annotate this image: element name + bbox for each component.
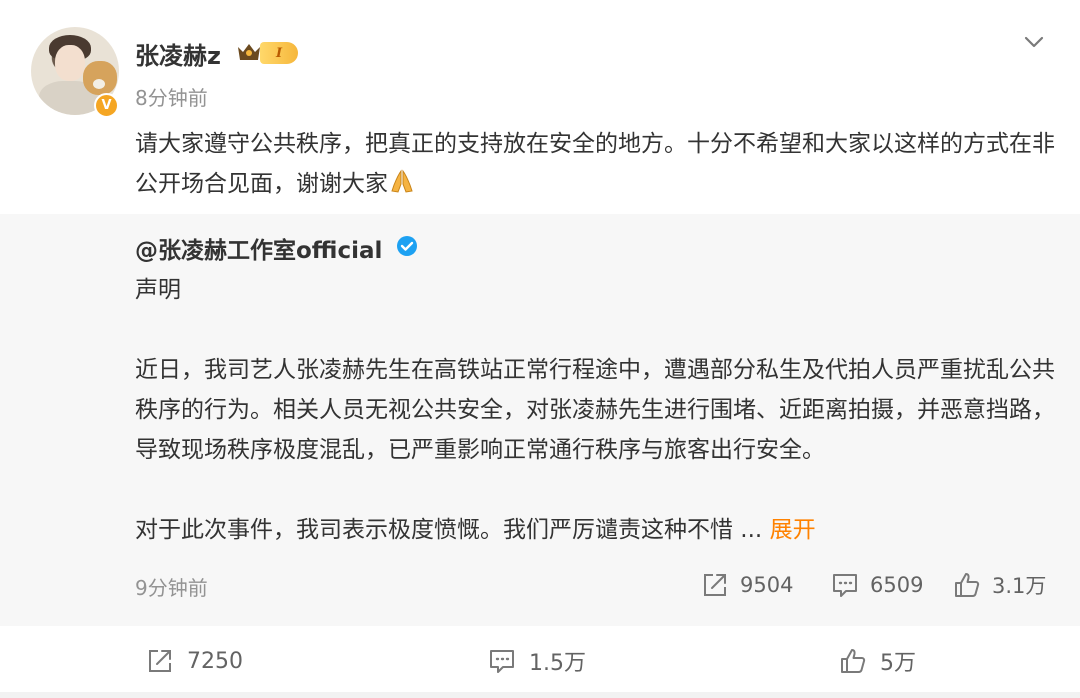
username[interactable]: 张凌赫z [135, 36, 221, 71]
blue-verified-icon [397, 236, 417, 256]
ellipsis: ... [733, 517, 770, 543]
weibo-post-card: V 张凌赫z I 8分钟前 请大家遵守公共秩序，把真正的支持放在安全的地方。十分… [0, 0, 1080, 698]
comment-icon [833, 574, 857, 597]
repost-comments-count: 6509 [870, 573, 924, 597]
divider [0, 692, 1080, 698]
repost-body: 声明 近日，我司艺人张凌赫先生在高铁站正常行程途中，遭遇部分私生及代拍人员严重扰… [135, 270, 1055, 550]
like-icon [841, 649, 866, 673]
post-text-content: 请大家遵守公共秩序，把真正的支持放在安全的地方。十分不希望和大家以这样的方式在非… [135, 131, 1055, 197]
expand-link[interactable]: 展开 [770, 517, 816, 543]
post-timestamp[interactable]: 8分钟前 [135, 82, 208, 111]
level-badge[interactable]: I [260, 42, 298, 64]
comment-icon [490, 650, 514, 673]
repost-icon [149, 650, 171, 672]
chevron-down-icon[interactable] [1022, 30, 1046, 54]
like-count: 5万 [880, 651, 916, 676]
repost-like-button[interactable]: 3.1万 [952, 570, 1046, 600]
repost-button[interactable]: 7250 [145, 645, 243, 677]
repost-paragraph: 近日，我司艺人张凌赫先生在高铁站正常行程途中，遭遇部分私生及代拍人员严重扰乱公共… [135, 357, 1055, 463]
repost-last-line: 对于此次事件，我司表示极度愤慨。我们严厉谴责这种不惜 ... 展开 [135, 510, 1055, 550]
like-button[interactable]: 5万 [838, 645, 916, 677]
repost-author[interactable]: @张凌赫工作室official [135, 231, 382, 265]
repost-paragraph [135, 470, 1055, 510]
post-text: 请大家遵守公共秩序，把真正的支持放在安全的地方。十分不希望和大家以这样的方式在非… [135, 124, 1055, 204]
repost-comments-button[interactable]: 6509 [830, 570, 923, 600]
repost-paragraph: 声明 [135, 277, 181, 303]
like-icon [955, 573, 980, 597]
repost-reposts-button[interactable]: 9504 [700, 570, 793, 600]
pray-emoji [391, 169, 413, 193]
repost-paragraph [135, 310, 1055, 350]
reposted-content[interactable]: @张凌赫工作室official 声明 近日，我司艺人张凌赫先生在高铁站正常行程途… [0, 214, 1080, 626]
repost-like-count: 3.1万 [992, 574, 1047, 598]
comment-button[interactable]: 1.5万 [487, 645, 586, 677]
repost-truncated-text: 对于此次事件，我司表示极度愤慨。我们严厉谴责这种不惜 [135, 517, 733, 543]
repost-timestamp[interactable]: 9分钟前 [135, 572, 208, 601]
repost-count: 7250 [187, 648, 243, 674]
comment-count: 1.5万 [529, 651, 586, 676]
crown-icon [238, 44, 260, 60]
repost-icon [704, 574, 726, 596]
verified-badge-icon: V [94, 93, 119, 118]
repost-reposts-count: 9504 [740, 573, 794, 597]
